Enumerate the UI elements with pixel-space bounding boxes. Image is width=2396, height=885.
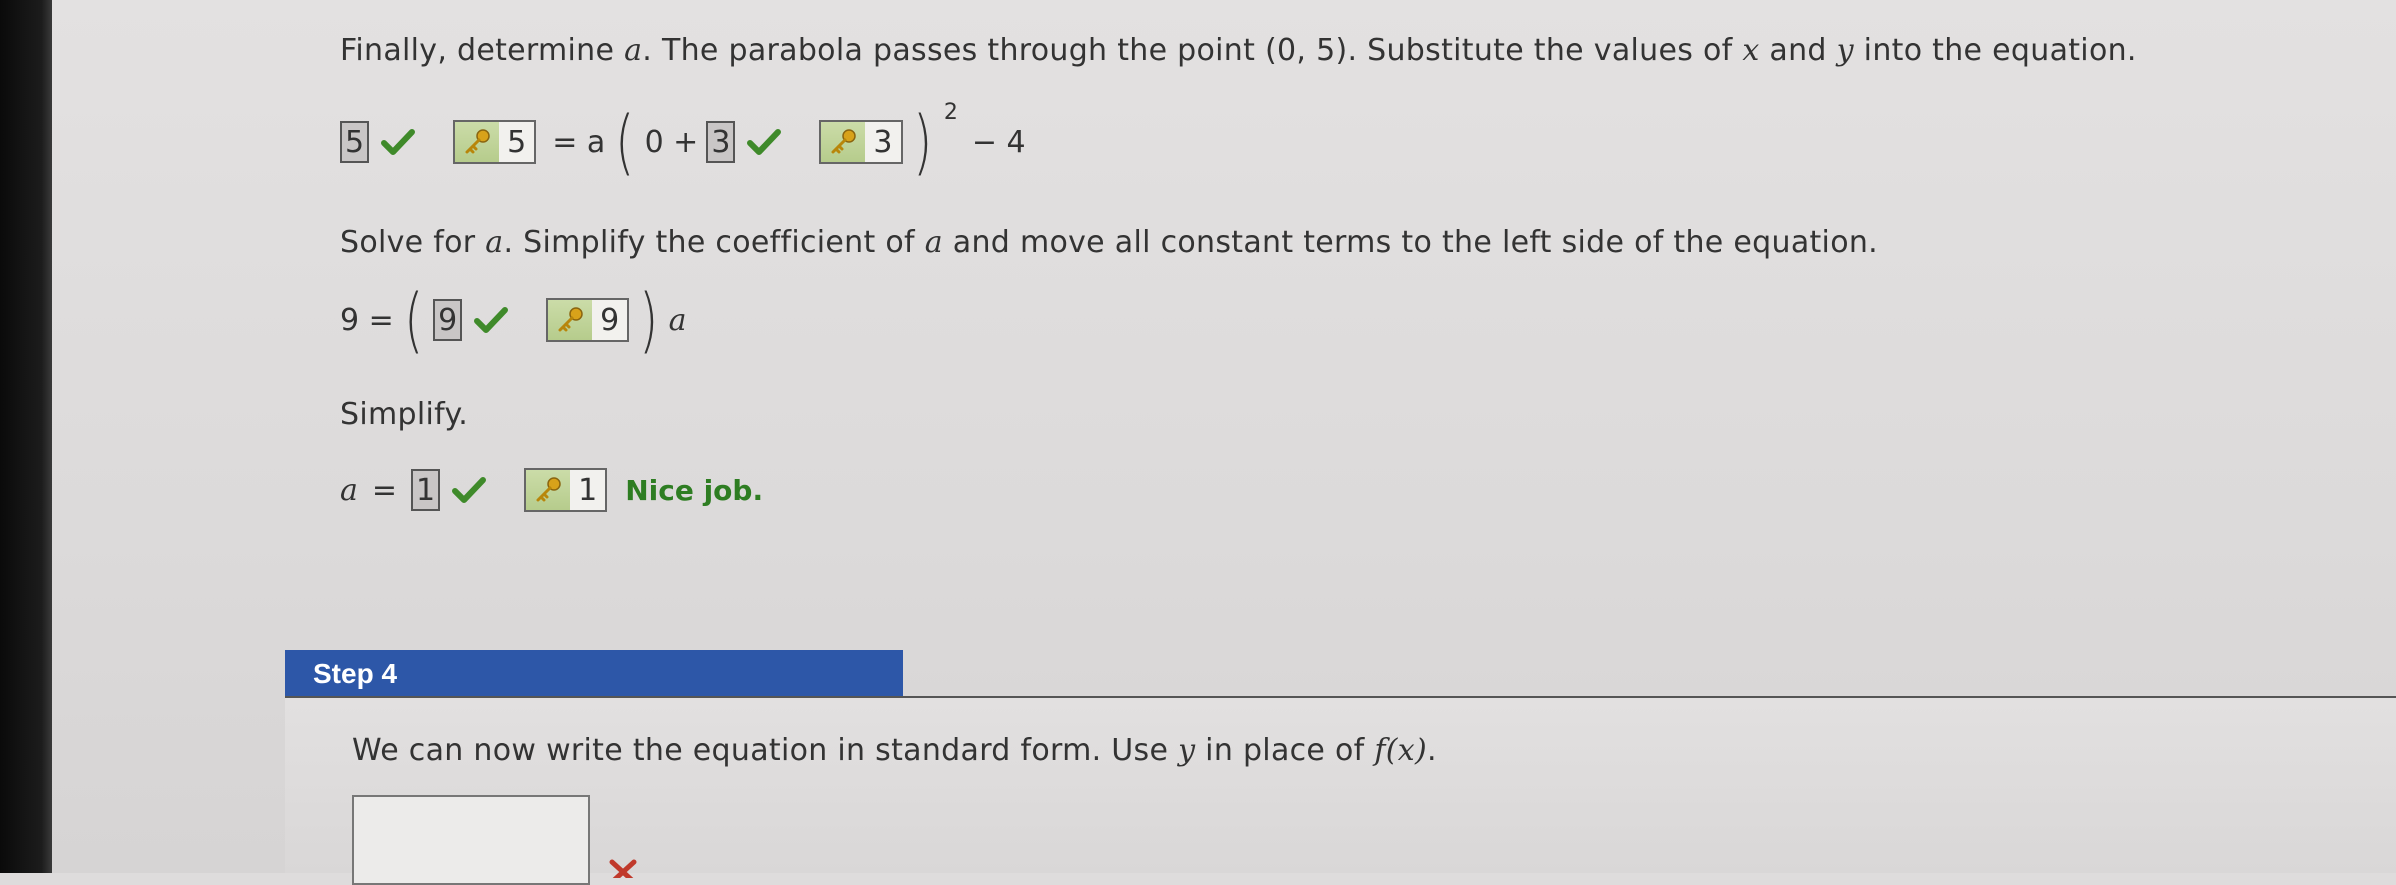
step4-panel <box>285 698 2396 873</box>
var-y: y <box>1178 733 1196 768</box>
answer-key-box-1[interactable]: 5 <box>453 120 537 164</box>
var-a: a <box>624 33 643 68</box>
checkmark-icon <box>747 129 782 155</box>
step4-instruction: We can now write the equation in standar… <box>352 733 1437 768</box>
step4-tab: Step 4 <box>285 650 903 698</box>
lhs-var-a: a <box>340 472 358 508</box>
lhs-nine-equals: 9 = <box>340 302 394 338</box>
var-y: y <box>1836 33 1854 68</box>
key-value: 1 <box>578 472 598 508</box>
incorrect-x-icon <box>609 859 637 878</box>
trailing-var-a: a <box>668 302 687 338</box>
var-a: a <box>924 225 943 260</box>
close-paren: ) <box>639 279 659 361</box>
standard-form-input[interactable] <box>352 795 590 885</box>
text-part: . <box>1427 733 1437 768</box>
key-icon <box>455 122 500 162</box>
open-paren: ( <box>403 279 423 361</box>
answer-box-a[interactable]: 1 <box>411 469 441 511</box>
text-part: . The parabola passes through the point … <box>642 33 1743 68</box>
text-part: and move all constant terms to the left … <box>942 225 1879 260</box>
instruction-determine-a: Finally, determine a. The parabola passe… <box>340 33 2137 68</box>
answer-box-1[interactable]: 5 <box>340 121 370 163</box>
key-value: 9 <box>600 302 620 338</box>
instruction-simplify: Simplify. <box>340 397 469 432</box>
zero-plus: 0 + <box>644 124 699 160</box>
checkmark-icon <box>452 477 487 503</box>
answer-box-coefficient[interactable]: 9 <box>433 299 463 341</box>
text-part: in place of <box>1195 733 1375 768</box>
feedback-nice-job: Nice job. <box>625 473 764 507</box>
answer-box-2[interactable]: 3 <box>706 121 736 163</box>
exponent: 2 <box>943 99 958 125</box>
key-icon <box>526 470 571 510</box>
text-part: We can now write the equation in standar… <box>352 733 1179 768</box>
key-icon <box>821 122 866 162</box>
text-part: Solve for <box>340 225 486 260</box>
key-value: 3 <box>873 124 893 160</box>
screen-bezel <box>0 0 52 873</box>
var-a: a <box>485 225 504 260</box>
text-part: and <box>1759 33 1837 68</box>
instruction-solve-for-a: Solve for a. Simplify the coefficient of… <box>340 225 1878 260</box>
minus-four: − 4 <box>971 124 1026 160</box>
text-part: into the equation. <box>1853 33 2137 68</box>
open-paren: ( <box>615 101 635 183</box>
close-paren: ) <box>912 101 932 183</box>
equals-a: = a <box>552 124 606 160</box>
key-value: 5 <box>507 124 527 160</box>
answer-key-box-a[interactable]: 1 <box>524 468 608 512</box>
key-icon <box>548 300 593 340</box>
answer-key-box-2[interactable]: 3 <box>819 120 903 164</box>
checkmark-icon <box>381 129 416 155</box>
equals-sign: = <box>371 472 398 508</box>
checkmark-icon <box>474 307 509 333</box>
text-part: Finally, determine <box>340 33 625 68</box>
function-fx: f(x) <box>1374 733 1428 768</box>
step4-divider <box>285 696 2396 698</box>
var-x: x <box>1742 33 1760 68</box>
equation-result: a = 1 1 Nice job. <box>340 465 763 515</box>
equation-coefficient: 9 = ( 9 9 ) a <box>340 285 687 355</box>
text-part: . Simplify the coefficient of <box>503 225 925 260</box>
answer-key-box-coefficient[interactable]: 9 <box>546 298 630 342</box>
equation-substitute: 5 5 = a ( 0 + 3 3 ) 2 − 4 <box>340 100 1026 177</box>
